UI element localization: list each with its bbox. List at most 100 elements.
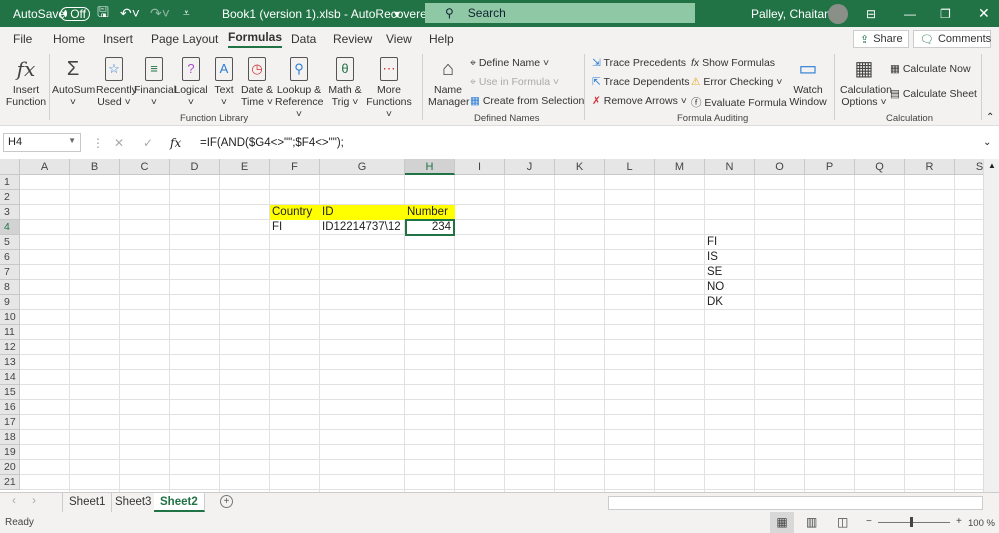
row-header-18[interactable]: 18 [0,430,20,445]
formula-input[interactable]: =IF(AND($G4<>"";$F4<>""); [200,137,344,149]
name-manager-button[interactable]: ⌂ Name Manager [428,54,469,108]
error-checking-button[interactable]: ⚠ Error Checking ˅ [691,76,782,88]
row-header-14[interactable]: 14 [0,370,20,385]
row-header-8[interactable]: 8 [0,280,20,295]
row-header-5[interactable]: 5 [0,235,20,250]
column-header-n[interactable]: N [705,159,755,175]
tab-formulas[interactable]: Formulas [228,30,283,48]
calculate-now-button[interactable]: ▦ Calculate Now [890,63,971,75]
tab-review[interactable]: Review [333,32,372,46]
expand-formula-bar-icon[interactable]: ⌄ [983,137,991,148]
column-header-f[interactable]: F [270,159,320,175]
row-header-1[interactable]: 1 [0,175,20,190]
row-header-9[interactable]: 9 [0,295,20,310]
column-header-k[interactable]: K [555,159,605,175]
row-header-15[interactable]: 15 [0,385,20,400]
zoom-slider-thumb[interactable] [910,517,913,527]
enter-icon[interactable]: ✓ [143,136,153,150]
next-sheet-icon[interactable]: › [32,493,36,507]
minimize-icon[interactable]: — [904,7,916,21]
cell-g3[interactable]: ID [320,205,405,220]
column-header-c[interactable]: C [120,159,170,175]
share-button[interactable]: ⇪ Share [853,30,909,48]
tab-page-layout[interactable]: Page Layout [151,32,218,46]
column-header-r[interactable]: R [905,159,955,175]
close-icon[interactable]: ✕ [978,5,990,22]
row-header-7[interactable]: 7 [0,265,20,280]
create-from-selection-button[interactable]: ▦ Create from Selection [470,95,584,107]
calculation-options-button[interactable]: ▦ Calculation Options ˅ [840,54,892,108]
cell-n5[interactable]: FI [705,235,755,250]
trace-precedents-button[interactable]: ⇲ Trace Precedents [592,57,686,69]
cell-n7[interactable]: SE [705,265,755,280]
cell-h3[interactable]: Number [405,205,455,220]
column-header-m[interactable]: M [655,159,705,175]
use-in-formula-button[interactable]: ⌖ Use in Formula ˅ [470,76,559,89]
lookup-reference-button[interactable]: ⚲ Lookup & Reference ˅ [275,54,323,120]
calculate-sheet-button[interactable]: ▤ Calculate Sheet [890,88,977,100]
page-break-view-icon[interactable]: ◫ [837,515,848,529]
avatar[interactable] [828,3,848,24]
document-title[interactable]: Book1 (version 1).xlsb - AutoRecovered [222,7,433,21]
cancel-icon[interactable]: ✕ [114,136,124,150]
cell-n8[interactable]: NO [705,280,755,295]
row-header-20[interactable]: 20 [0,460,20,475]
select-all-corner[interactable] [0,159,20,175]
autosum-button[interactable]: Σ AutoSum ˅ [52,54,95,108]
zoom-slider[interactable] [878,522,950,523]
recently-used-button[interactable]: ☆ Recently Used ˅ [96,54,137,108]
cell-f4[interactable]: FI [270,220,320,235]
cell-h4[interactable]: 234 [405,219,455,236]
collapse-ribbon-icon[interactable]: ⌃ [986,112,994,123]
autosave-toggle[interactable]: Off [60,6,90,21]
zoom-in-icon[interactable]: + [956,516,962,527]
row-header-13[interactable]: 13 [0,355,20,370]
worksheet-grid[interactable]: A B C D E F G H I J K L M N O P Q R S 1 2 3 4 5 6 7 8 9 10 11 12 13 14 15… [0,159,999,492]
tab-help[interactable]: Help [429,32,454,46]
redo-icon[interactable]: ↷˅ [150,5,170,22]
comments-button[interactable]: 🗨 Comments [913,30,991,48]
column-header-a[interactable]: A [20,159,70,175]
tab-insert[interactable]: Insert [103,32,133,46]
vertical-scrollbar[interactable]: ▲ [983,159,999,492]
column-header-i[interactable]: I [455,159,505,175]
financial-button[interactable]: ≡ Financial ˅ [134,54,176,108]
name-box[interactable]: H4 ▼ [3,133,81,152]
customize-qat-icon[interactable]: ⩡ [183,6,190,21]
column-header-g[interactable]: G [320,159,405,175]
evaluate-formula-button[interactable]: ⓕ Evaluate Formula [691,95,787,110]
show-formulas-button[interactable]: fx Show Formulas [691,57,775,69]
cell-f3[interactable]: Country [270,205,320,220]
undo-icon[interactable]: ↶˅ [120,5,140,22]
logical-button[interactable]: ? Logical ˅ [174,54,208,108]
search-box[interactable]: ⚲ Search [425,3,695,23]
cell-n6[interactable]: IS [705,250,755,265]
prev-sheet-icon[interactable]: ‹ [12,493,16,507]
sheet-tab-sheet2[interactable]: Sheet2 [154,493,205,512]
normal-view-icon[interactable]: ▦ [770,512,794,533]
row-header-12[interactable]: 12 [0,340,20,355]
row-header-19[interactable]: 19 [0,445,20,460]
restore-icon[interactable]: ❐ [940,7,951,21]
column-header-d[interactable]: D [170,159,220,175]
column-header-h[interactable]: H [405,159,455,175]
sheet-tab-sheet3[interactable]: Sheet3 [109,493,159,512]
row-header-4[interactable]: 4 [0,220,20,235]
insert-function-icon[interactable]: fx [170,136,181,150]
row-header-6[interactable]: 6 [0,250,20,265]
define-name-button[interactable]: ⌖ Define Name ˅ [470,57,549,70]
column-header-j[interactable]: J [505,159,555,175]
cell-n9[interactable]: DK [705,295,755,310]
column-header-p[interactable]: P [805,159,855,175]
row-header-17[interactable]: 17 [0,415,20,430]
trace-dependents-button[interactable]: ⇱ Trace Dependents [592,76,690,88]
tab-view[interactable]: View [386,32,412,46]
ribbon-display-icon[interactable]: ⊟ [866,7,876,21]
sheet-tab-sheet1[interactable]: Sheet1 [62,493,113,512]
row-header-3[interactable]: 3 [0,205,20,220]
insert-function-button[interactable]: fx Insert Function [5,54,47,108]
text-button[interactable]: A Text ˅ [210,54,238,108]
column-header-b[interactable]: B [70,159,120,175]
save-icon[interactable]: 🖫 [97,2,109,26]
row-header-16[interactable]: 16 [0,400,20,415]
